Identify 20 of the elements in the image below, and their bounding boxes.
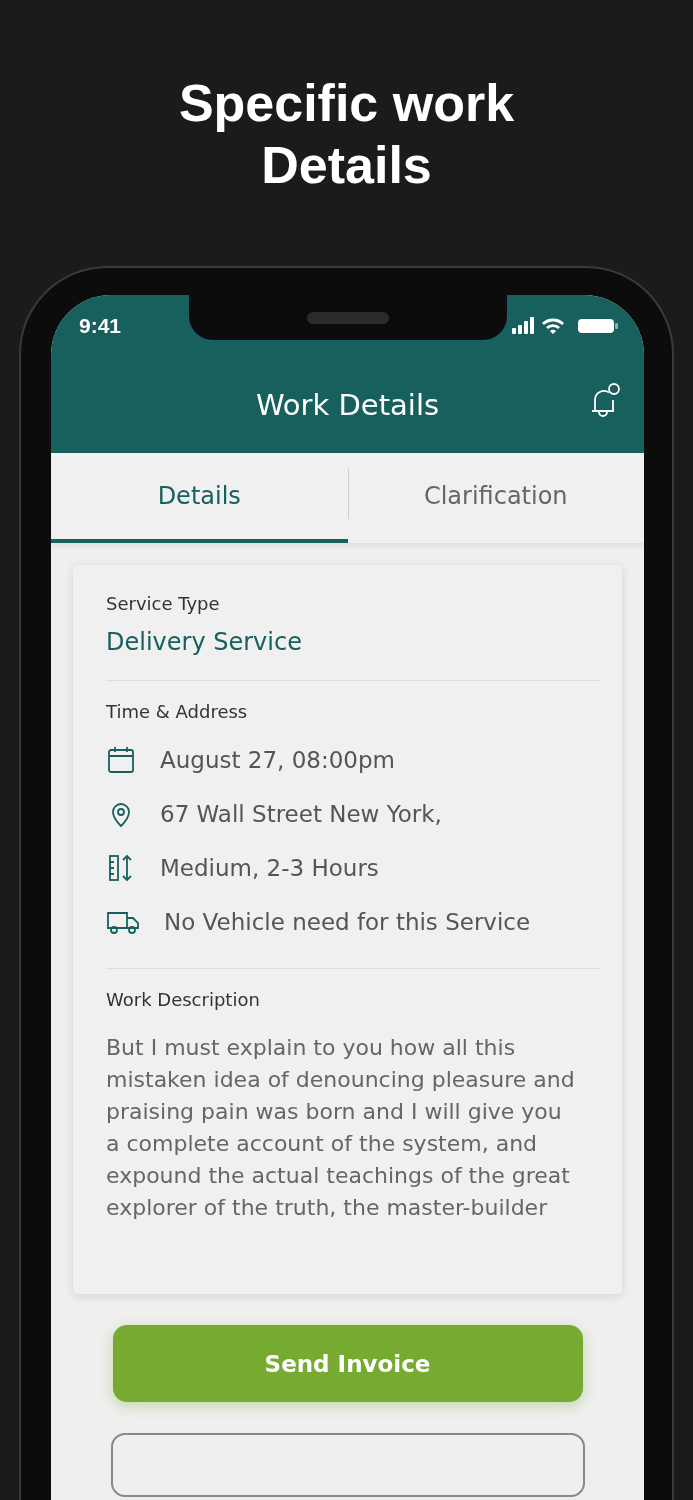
tab[interactable]: Clarification — [347, 453, 644, 543]
outline-button[interactable] — [110, 1433, 585, 1497]
detail-text: August 27, 08:00pm — [160, 747, 395, 773]
tab[interactable]: Details — [51, 453, 348, 543]
wifi-icon — [542, 318, 564, 334]
send-invoice-button[interactable]: Send Invoice — [112, 1325, 583, 1402]
section-label: Time & Address — [106, 701, 249, 722]
detail-text: Medium, 2-3 Hours — [160, 855, 379, 881]
status-time: 9:41 — [79, 314, 122, 338]
detail-text: 67 Wall Street New York, — [160, 801, 442, 827]
section-label: Service Type — [106, 593, 221, 614]
service-type-value: Delivery Service — [106, 628, 303, 656]
section-label: Work Description — [106, 989, 261, 1010]
signal-icon — [512, 317, 534, 334]
description-paragraph: But I must explain to you how all this mistaken idea of denouncing pleasure and praising pain was born and I will give you a complete account of the system, and expound the actual teachings of the great explorer of the truth, the master-builder — [106, 1034, 576, 1222]
detail-text: No Vehicle need for this Service — [164, 909, 531, 935]
calendar-icon — [106, 745, 136, 775]
headline: Specific work Details — [177, 73, 516, 196]
screen-title: Work Details — [255, 388, 440, 422]
battery-icon — [578, 319, 618, 333]
